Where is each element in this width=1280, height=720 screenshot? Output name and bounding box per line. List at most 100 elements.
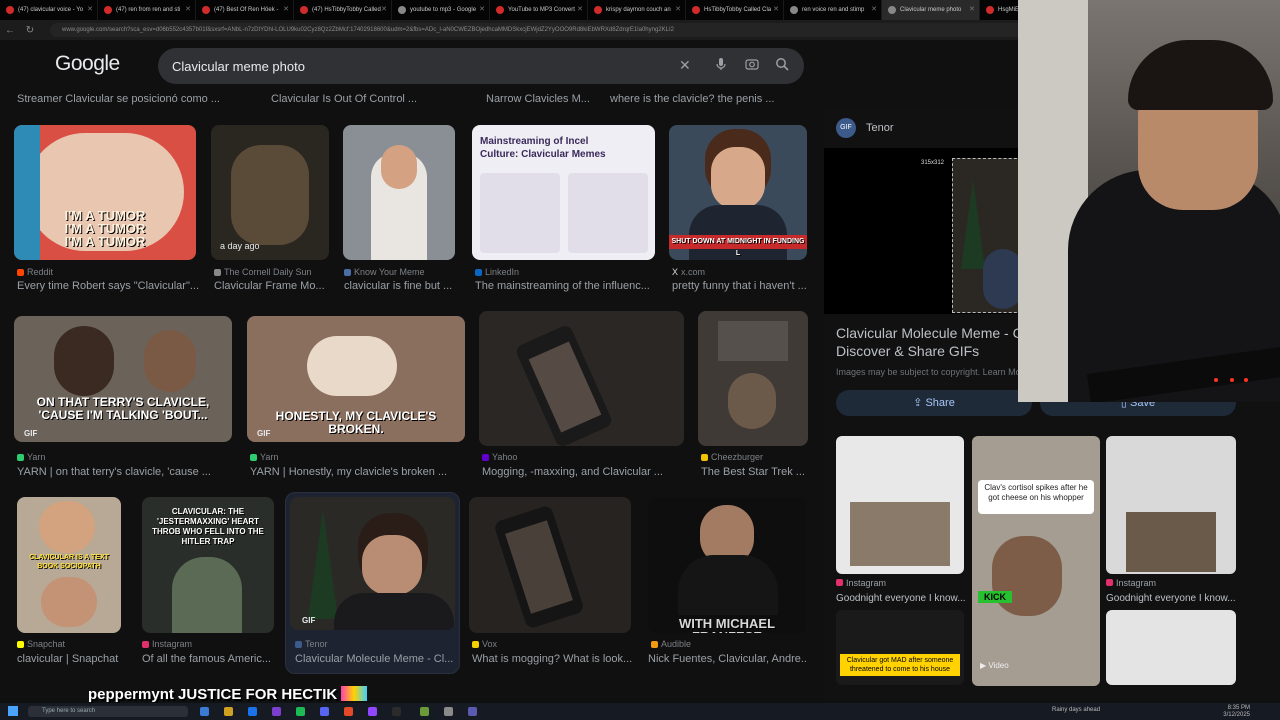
close-icon[interactable]: ✕ xyxy=(185,0,191,20)
app-icon[interactable] xyxy=(468,707,477,716)
related-thumbnail[interactable]: Clavicular got MAD after someone threate… xyxy=(836,610,964,685)
result-source[interactable]: Xx.com xyxy=(672,267,705,277)
related-source[interactable]: Instagram xyxy=(836,578,886,588)
browser-tab[interactable]: youtube to mp3 - Google ✕ xyxy=(392,0,490,20)
app-icon[interactable] xyxy=(344,707,353,716)
close-icon[interactable]: ✕ xyxy=(577,0,583,20)
close-icon[interactable]: ✕ xyxy=(283,0,289,20)
result-thumbnail[interactable]: a day ago xyxy=(211,125,329,260)
result-thumbnail[interactable]: GIF xyxy=(290,497,455,630)
result-title[interactable]: Of all the famous Americ... xyxy=(142,653,274,665)
close-icon[interactable]: ✕ xyxy=(675,0,681,20)
taskbar-clock[interactable]: 8:35 PM 3/12/2025 xyxy=(1223,705,1250,719)
related-thumbnail[interactable]: Clav's cortisol spikes after he got chee… xyxy=(972,436,1100,686)
clear-icon[interactable]: ✕ xyxy=(679,57,691,74)
result-source[interactable]: Yarn xyxy=(250,452,278,462)
result-source[interactable]: Snapchat xyxy=(17,639,65,649)
result-thumbnail[interactable] xyxy=(698,311,808,446)
search-input[interactable] xyxy=(172,56,652,76)
result-source[interactable]: Instagram xyxy=(142,639,192,649)
result-title[interactable]: clavicular | Snapchat xyxy=(17,653,121,665)
result-source[interactable]: Reddit xyxy=(17,267,53,277)
app-icon[interactable] xyxy=(272,707,281,716)
result-source[interactable]: Tenor xyxy=(295,639,328,649)
result-title[interactable]: clavicular is fine but ... xyxy=(344,280,456,292)
browser-tab[interactable]: ren voice ren and stimp ✕ xyxy=(784,0,882,20)
result-source[interactable]: Yahoo xyxy=(482,452,517,462)
result-thumbnail[interactable] xyxy=(469,497,631,633)
taskbar-search[interactable]: Type here to search xyxy=(28,706,188,717)
browser-tab[interactable]: (47) Best Of Ren Höek - ✕ xyxy=(196,0,294,20)
result-thumbnail[interactable]: HONESTLY, MY CLAVICLE'S BROKEN. GIF xyxy=(247,316,465,442)
url-field[interactable]: www.google.com/search?sca_esv=d06b552c43… xyxy=(50,23,1100,37)
app-icon[interactable] xyxy=(444,707,453,716)
result-thumbnail[interactable]: CLAVICULAR: THE 'JESTERMAXXING' HEART TH… xyxy=(142,497,274,633)
close-icon[interactable]: ✕ xyxy=(87,0,93,20)
result-title[interactable]: Every time Robert says "Clavicular"... xyxy=(17,280,207,292)
related-search-chip[interactable]: Narrow Clavicles M... xyxy=(486,93,590,105)
preview-title[interactable]: Clavicular Molecule Meme - C Discover & … xyxy=(836,324,1036,360)
result-thumbnail[interactable]: CLAVICULAR IS A TEXT BOOK SOCIOPATH xyxy=(17,497,121,633)
google-logo[interactable]: Google xyxy=(55,52,120,76)
result-source[interactable]: Audible xyxy=(651,639,691,649)
browser-tab[interactable]: (47) HsTibbyTobby Called ✕ xyxy=(294,0,392,20)
close-icon[interactable]: ✕ xyxy=(969,0,975,20)
result-thumbnail[interactable]: I'M A TUMOR I'M A TUMOR I'M A TUMOR xyxy=(14,125,196,260)
close-icon[interactable]: ✕ xyxy=(381,0,387,20)
result-title[interactable]: Mogging, -maxxing, and Clavicular ... xyxy=(482,466,682,478)
result-title[interactable]: YARN | on that terry's clavicle, 'cause … xyxy=(17,466,233,478)
related-search-chip[interactable]: Clavicular Is Out Of Control ... xyxy=(271,93,417,105)
result-title[interactable]: Clavicular Molecule Meme - Cl... xyxy=(295,653,453,665)
result-thumbnail[interactable] xyxy=(343,125,455,260)
result-title[interactable]: Nick Fuentes, Clavicular, Andre... xyxy=(648,653,806,665)
camera-lens-icon[interactable] xyxy=(745,57,759,74)
share-button[interactable]: ⇪ Share xyxy=(836,390,1032,416)
result-title[interactable]: pretty funny that i haven't ... xyxy=(672,280,808,292)
browser-tab-active[interactable]: Clavicular meme photo ✕ xyxy=(882,0,980,20)
app-icon[interactable] xyxy=(420,707,429,716)
result-source[interactable]: LinkedIn xyxy=(475,267,519,277)
browser-tab[interactable]: HsTibbyTobby Called Cla ✕ xyxy=(686,0,784,20)
search-box[interactable]: ✕ xyxy=(158,48,804,84)
related-search-chip[interactable]: Streamer Clavicular se posicionó como ..… xyxy=(17,93,220,105)
related-thumbnail[interactable] xyxy=(1106,610,1236,685)
browser-tab[interactable]: (47) clavicular voice - Yo ✕ xyxy=(0,0,98,20)
spotify-icon[interactable] xyxy=(296,707,305,716)
result-thumbnail[interactable]: SHUT DOWN AT MIDNIGHT IN FUNDING L xyxy=(669,125,807,260)
related-title[interactable]: Goodnight everyone I know... xyxy=(836,593,966,604)
result-source[interactable]: Know Your Meme xyxy=(344,267,425,277)
task-view-icon[interactable] xyxy=(200,707,209,716)
search-icon[interactable] xyxy=(775,57,789,74)
related-title[interactable]: Goodnight everyone I know... xyxy=(1106,593,1236,604)
result-source[interactable]: The Cornell Daily Sun xyxy=(214,267,312,277)
obs-icon[interactable] xyxy=(392,707,401,716)
reload-icon[interactable]: ↻ xyxy=(20,25,40,36)
microphone-icon[interactable] xyxy=(715,57,727,74)
result-thumbnail[interactable]: WITH MICHAEL FRANZESE xyxy=(648,497,806,633)
discord-icon[interactable] xyxy=(320,707,329,716)
result-source[interactable]: Yarn xyxy=(17,452,45,462)
result-source[interactable]: Cheezburger xyxy=(701,452,763,462)
related-thumbnail[interactable] xyxy=(836,436,964,574)
browser-tab[interactable]: YouTube to MP3 Convert ✕ xyxy=(490,0,588,20)
result-title[interactable]: Clavicular Frame Mo... xyxy=(214,280,332,292)
related-source[interactable]: Instagram xyxy=(1106,578,1156,588)
browser-tab[interactable]: (47) ren from ren and sti ✕ xyxy=(98,0,196,20)
result-thumbnail[interactable]: ON THAT TERRY'S CLAVICLE, 'CAUSE I'M TAL… xyxy=(14,316,232,442)
result-thumbnail[interactable]: Mainstreaming of Incel Culture: Clavicul… xyxy=(472,125,655,260)
chrome-icon[interactable] xyxy=(248,707,257,716)
windows-start-icon[interactable] xyxy=(8,706,18,716)
related-thumbnail[interactable] xyxy=(1106,436,1236,574)
close-icon[interactable]: ✕ xyxy=(773,0,779,20)
file-explorer-icon[interactable] xyxy=(224,707,233,716)
browser-tab[interactable]: krispy daymon couch an ✕ xyxy=(588,0,686,20)
result-source[interactable]: Vox xyxy=(472,639,497,649)
related-search-chip[interactable]: where is the clavicle? the penis ... xyxy=(610,93,774,105)
back-arrow-icon[interactable]: ← xyxy=(0,25,20,36)
result-title[interactable]: What is mogging? What is look... xyxy=(472,653,632,665)
panel-source[interactable]: GIF Tenor xyxy=(836,118,894,138)
weather-widget[interactable]: Rainy days ahead xyxy=(1052,707,1100,713)
close-icon[interactable]: ✕ xyxy=(479,0,485,20)
result-title[interactable]: The mainstreaming of the influenc... xyxy=(475,280,655,292)
result-thumbnail[interactable] xyxy=(479,311,684,446)
